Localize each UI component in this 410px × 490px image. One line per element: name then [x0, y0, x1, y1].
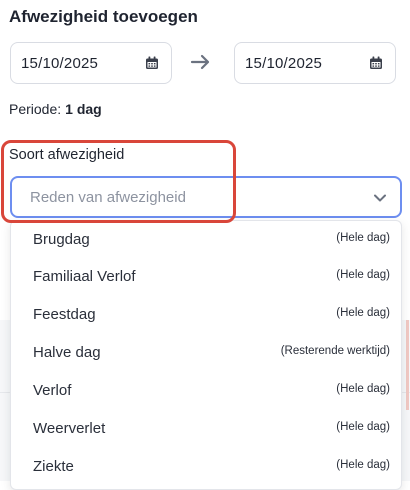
- option-label: Ziekte: [33, 458, 74, 475]
- option-label: Feestdag: [33, 306, 96, 323]
- absence-type-dropdown: Brugdag (Hele dag) Familiaal Verlof (Hel…: [10, 220, 402, 490]
- option-duration: (Hele dag): [336, 421, 390, 433]
- dropdown-option-weerverlet[interactable]: Weerverlet (Hele dag): [11, 410, 401, 448]
- calendar-icon[interactable]: [145, 56, 159, 70]
- option-label: Familiaal Verlof: [33, 268, 136, 285]
- background-edge: [406, 320, 409, 410]
- start-date-value: 15/10/2025: [21, 55, 99, 72]
- period-label: Periode:: [9, 101, 62, 117]
- annotation-highlight: [1, 140, 236, 223]
- dropdown-option-halve-dag[interactable]: Halve dag (Resterende werktijd): [11, 334, 401, 372]
- calendar-icon[interactable]: [369, 56, 383, 70]
- option-label: Verlof: [33, 382, 72, 399]
- option-duration: (Hele dag): [336, 269, 390, 281]
- dropdown-option-verlof[interactable]: Verlof (Hele dag): [11, 372, 401, 410]
- period-value: 1 dag: [65, 101, 102, 117]
- dropdown-option-feestdag[interactable]: Feestdag (Hele dag): [11, 296, 401, 334]
- option-label: Brugdag: [33, 231, 90, 248]
- end-date-field[interactable]: 15/10/2025: [234, 42, 396, 84]
- option-duration: (Hele dag): [336, 383, 390, 395]
- dropdown-option-ziekte[interactable]: Ziekte (Hele dag): [11, 448, 401, 486]
- start-date-field[interactable]: 15/10/2025: [10, 42, 172, 84]
- period-summary: Periode: 1 dag: [9, 101, 102, 117]
- option-duration: (Hele dag): [336, 232, 390, 244]
- dialog-title: Afwezigheid toevoegen: [9, 7, 198, 26]
- option-label: Weerverlet: [33, 420, 106, 437]
- option-duration: (Hele dag): [336, 307, 390, 319]
- option-duration: (Hele dag): [336, 459, 390, 471]
- option-label: Halve dag: [33, 344, 101, 361]
- dropdown-option-brugdag[interactable]: Brugdag (Hele dag): [11, 221, 401, 259]
- end-date-value: 15/10/2025: [245, 55, 323, 72]
- chevron-down-icon[interactable]: [372, 191, 388, 205]
- dropdown-option-familiaal-verlof[interactable]: Familiaal Verlof (Hele dag): [11, 258, 401, 296]
- option-duration: (Resterende werktijd): [280, 345, 390, 357]
- arrow-right-icon: [190, 54, 210, 70]
